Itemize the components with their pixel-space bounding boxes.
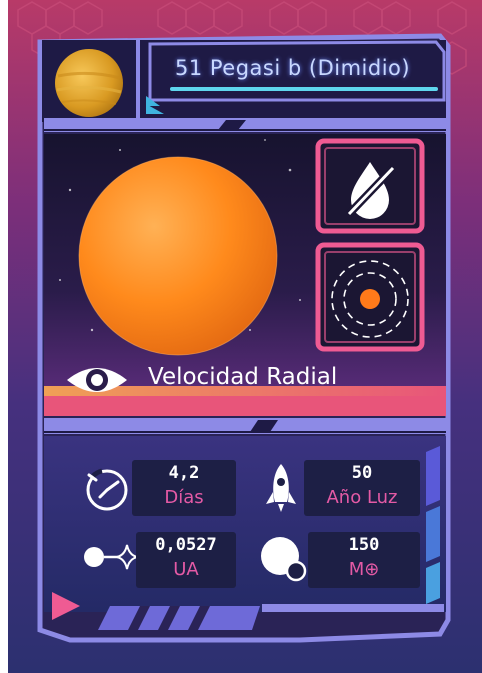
orbital-period-unit: Días <box>164 487 204 508</box>
stat-distance: 50 Año Luz <box>304 460 420 516</box>
game-card-screen: 51 Pegasi b (Dimidio) Velocidad Radial 4… <box>0 0 482 673</box>
no-water-icon <box>315 138 425 234</box>
orbital-period-value: 4,2 <box>168 463 200 483</box>
mass-value: 150 <box>348 535 380 555</box>
stat-mass: 150 M⊕ <box>308 532 420 588</box>
stat-semi-major-axis: 0,0527 UA <box>136 532 236 588</box>
semi-major-axis-unit: UA <box>173 559 199 580</box>
clock-icon <box>86 468 128 511</box>
distance-unit: Año Luz <box>326 487 398 508</box>
no-water-badge[interactable] <box>315 138 425 234</box>
rocket-icon <box>266 464 296 512</box>
planet-name: 51 Pegasi b (Dimidio) <box>175 56 411 80</box>
star-distance-icon <box>84 544 138 570</box>
stat-orbital-period: 4,2 Días <box>132 460 236 516</box>
orbit-badge[interactable] <box>315 242 425 352</box>
planet-illustration <box>78 156 278 356</box>
mass-icon <box>261 537 307 582</box>
detection-method-label: Velocidad Radial <box>148 364 338 390</box>
mass-unit: M⊕ <box>348 559 380 580</box>
distance-value: 50 <box>351 463 373 483</box>
eye-icon <box>67 368 127 392</box>
planet-thumbnail <box>55 49 123 117</box>
orbit-icon <box>315 242 425 352</box>
semi-major-axis-value: 0,0527 <box>155 535 217 555</box>
